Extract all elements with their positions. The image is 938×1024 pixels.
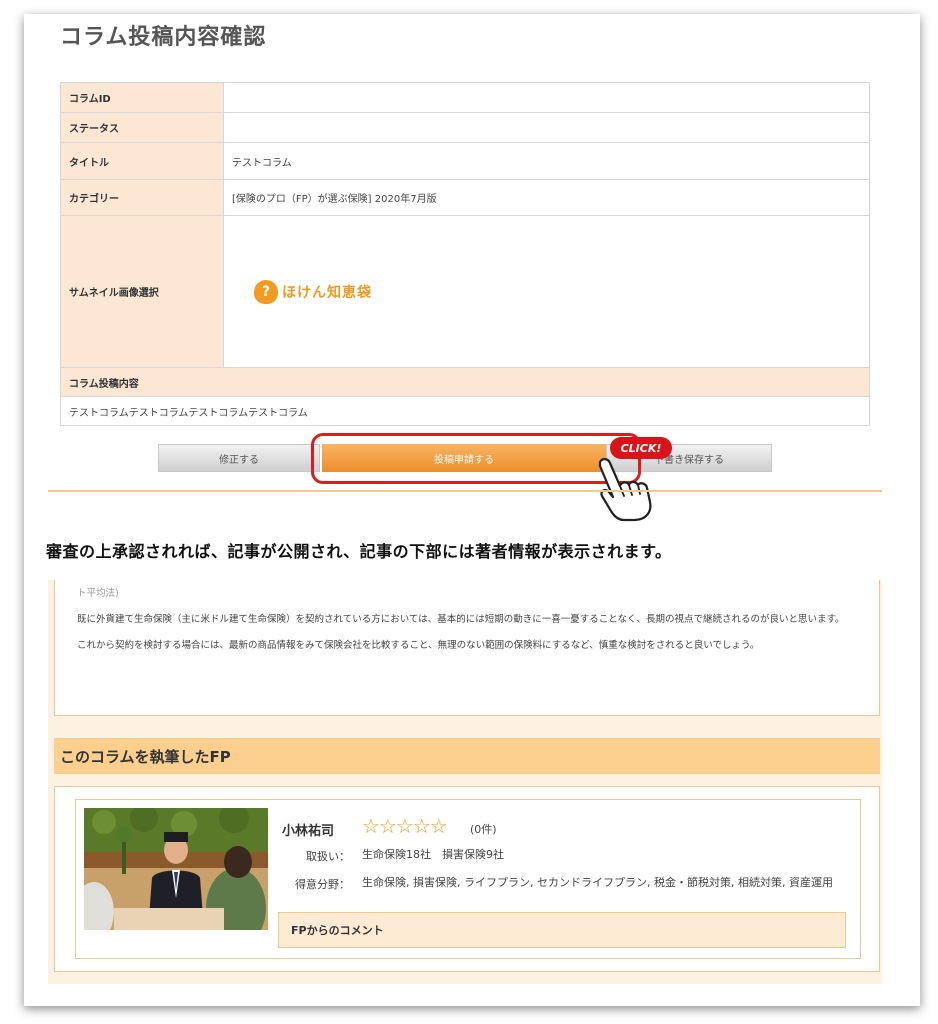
hoken-chiebukuro-logo: ? ほけん知恵袋 (254, 279, 861, 304)
page-title: コラム投稿内容確認 (60, 25, 267, 50)
fp-profile-inner: 小林祐司 ☆☆☆☆☆ (0件) 取扱い： 生命保険18社 損害保険9社 得意分野… (75, 799, 861, 959)
category-value: [保険のプロ（FP）が選ぶ保険] 2020年7月版 (223, 179, 870, 216)
thumbnail-value: ? ほけん知恵袋 (223, 215, 870, 368)
title-value: テストコラム (223, 142, 870, 180)
table-row: テストコラムテストコラムテストコラムテストコラム (60, 396, 870, 426)
thumbnail-label: サムネイル画像選択 (60, 215, 224, 368)
status-value (223, 112, 870, 143)
table-row: サムネイル画像選択 ? ほけん知恵袋 (60, 215, 870, 368)
fp-profile-card: 小林祐司 ☆☆☆☆☆ (0件) 取扱い： 生命保険18社 損害保険9社 得意分野… (54, 786, 880, 972)
handles-value: 生命保険18社 損害保険9社 (362, 848, 504, 861)
fp-comment-header: FPからのコメント (278, 912, 846, 948)
edit-button[interactable]: 修正する (158, 444, 320, 472)
column-id-label: コラムID (60, 82, 224, 113)
specialty-label: 得意分野： (295, 878, 350, 891)
pointing-hand-icon (598, 458, 652, 522)
divider (48, 490, 882, 492)
column-confirm-table: コラムID ステータス タイトル テストコラム カテゴリー [保険のプロ（FP）… (60, 82, 870, 426)
column-id-value (223, 82, 870, 113)
article-paragraph: 既に外貨建て生命保険（主に米ドル建て生命保険）を契約されている方においては、基本… (77, 614, 845, 625)
clipped-text: ト平均法) (77, 588, 119, 599)
table-row: コラム投稿内容 (60, 367, 870, 397)
fp-photo-illustration (84, 808, 268, 930)
fp-section-heading: このコラムを執筆したFP (54, 738, 880, 774)
status-label: ステータス (60, 112, 224, 143)
fp-name[interactable]: 小林祐司 (282, 820, 334, 839)
table-row: カテゴリー [保険のプロ（FP）が選ぶ保険] 2020年7月版 (60, 179, 870, 216)
rating-count[interactable]: (0件) (470, 821, 497, 837)
content-label: コラム投稿内容 (60, 367, 870, 397)
article-paragraph: これから契約を検討する場合には、最新の商品情報をみて保険会社を比較すること、無理… (77, 640, 760, 651)
money-bag-icon: ? (254, 279, 278, 304)
logo-text: ほけん知恵袋 (282, 284, 372, 301)
category-label: カテゴリー (60, 179, 224, 216)
caption-text: 審査の上承認されれば、記事が公開され、記事の下部には著者情報が表示されます。 (46, 542, 672, 561)
handles-label: 取扱い： (306, 850, 350, 863)
article-body: ト平均法) 既に外貨建て生命保険（主に米ドル建て生命保険）を契約されている方にお… (54, 580, 880, 716)
table-row: タイトル テストコラム (60, 142, 870, 180)
fp-photo (84, 808, 268, 930)
screenshot-card: コラム投稿内容確認 コラムID ステータス タイトル テストコラム カテゴリー … (24, 14, 920, 1006)
table-row: ステータス (60, 112, 870, 143)
specialty-value: 生命保険, 損害保険, ライフプラン, セカンドライフプラン, 税金・節税対策,… (362, 876, 833, 889)
content-value: テストコラムテストコラムテストコラムテストコラム (60, 396, 870, 426)
star-rating: ☆☆☆☆☆ (362, 814, 448, 838)
title-label: タイトル (60, 142, 224, 180)
table-row: コラムID (60, 82, 870, 113)
article-preview: ト平均法) 既に外貨建て生命保険（主に米ドル建て生命保険）を契約されている方にお… (48, 580, 882, 984)
